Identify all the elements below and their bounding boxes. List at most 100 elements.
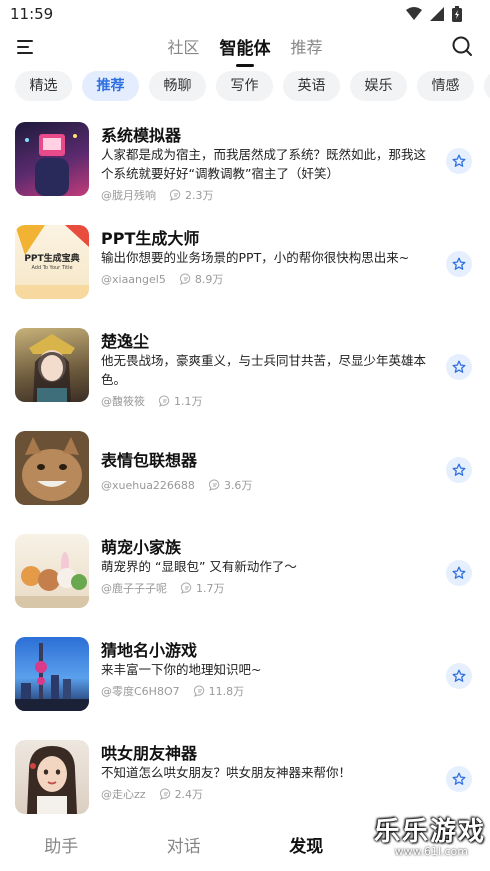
list-item[interactable]: 表情包联想器 @xuehua226688 3.6万 (0, 427, 490, 530)
chat-count-value: 8.9万 (194, 273, 224, 286)
status-bar: 11:59 (0, 0, 490, 28)
agent-description: 输出你想要的业务场景的PPT，小的帮你很快构思出来~ (101, 250, 410, 265)
agent-meta: @xiaangel5 8.9万 (101, 271, 223, 287)
search-icon[interactable] (450, 34, 474, 58)
star-icon (452, 772, 466, 785)
agent-title: 系统模拟器 (101, 126, 182, 145)
agent-meta: @xuehua226688 3.6万 (101, 477, 252, 493)
agent-description: 萌宠界的 “显眼包” 又有新动作了～ (101, 559, 297, 574)
battery-icon (452, 6, 462, 22)
agent-meta: @零度C6H8O7 11.8万 (101, 683, 244, 699)
agent-title: 楚逸尘 (101, 332, 150, 351)
agent-author: @胧月残响 (101, 189, 156, 202)
agent-meta: @馥筱筱 1.1万 (101, 393, 203, 409)
nav-assistant[interactable]: 助手 (0, 823, 123, 871)
favorite-button[interactable] (446, 251, 472, 277)
chat-count: 8.9万 (179, 271, 224, 287)
chip-recommend[interactable]: 推荐 (82, 71, 139, 101)
chip-entertainment[interactable]: 娱乐 (350, 71, 407, 101)
nav-chat[interactable]: 对话 (123, 823, 246, 871)
chat-count: 3.6万 (208, 477, 253, 493)
agent-description: 来丰富一下你的地理知识吧~ (101, 662, 262, 677)
watermark: 乐乐游戏 www.61l.com (368, 811, 486, 861)
ppt-thumb-subtitle: Add To Your Title (31, 265, 73, 271)
chat-bubble-icon (179, 273, 191, 285)
chat-bubble-icon (181, 582, 192, 594)
watermark-url: www.61l.com (394, 845, 468, 858)
signal-icon (430, 7, 444, 21)
chip-featured[interactable]: 精选 (15, 71, 72, 101)
star-icon (452, 669, 466, 682)
favorite-button[interactable] (446, 354, 472, 380)
list-item[interactable]: PPT生成宝典 Add To Your Title PPT生成大师 输出你想要的… (0, 221, 490, 324)
agent-title: 哄女朋友神器 (101, 744, 198, 763)
agent-title: PPT生成大师 (101, 229, 200, 248)
top-tabs: 社区 智能体 推荐 (0, 32, 490, 67)
star-icon (452, 360, 466, 373)
agent-description: 不知道怎么哄女朋友？哄女朋友神器来帮你！ (101, 765, 352, 780)
wifi-icon (406, 7, 422, 20)
chat-bubble-icon (208, 479, 220, 491)
chat-count: 11.8万 (193, 683, 245, 699)
star-icon (452, 257, 466, 270)
agent-avatar (15, 431, 89, 505)
chat-bubble-icon (170, 189, 181, 201)
agent-author: @馥筱筱 (101, 395, 145, 408)
tab-community[interactable]: 社区 (165, 32, 201, 65)
agent-title: 表情包联想器 (101, 451, 198, 470)
agent-author: @xuehua226688 (101, 478, 195, 492)
chat-count-value: 1.1万 (174, 395, 203, 408)
agent-author: @零度C6H8O7 (101, 685, 180, 698)
chat-count: 2.3万 (170, 187, 214, 203)
chat-count-value: 3.6万 (223, 479, 253, 492)
ppt-thumb-title: PPT生成宝典 (24, 254, 80, 264)
chip-english[interactable]: 英语 (283, 71, 340, 101)
agent-avatar (15, 740, 89, 814)
chat-count: 1.1万 (159, 393, 203, 409)
star-icon (452, 566, 466, 579)
list-item[interactable]: 系统模拟器 人家都是成为宿主，而我居然成了系统？既然如此，那我这个系统就要好好“… (0, 118, 490, 221)
tab-agents[interactable]: 智能体 (218, 32, 273, 67)
agent-author: @鹿子子子呢 (101, 582, 167, 595)
agent-meta: @鹿子子子呢 1.7万 (101, 580, 225, 596)
agent-title: 猜地名小游戏 (101, 641, 198, 660)
chat-count-value: 2.3万 (185, 189, 214, 202)
chat-count: 1.7万 (181, 580, 225, 596)
watermark-text: 乐乐游戏 (373, 817, 486, 847)
favorite-button[interactable] (446, 457, 472, 483)
chat-bubble-icon (193, 685, 204, 697)
chat-bubble-icon (159, 788, 170, 800)
star-icon (452, 463, 466, 476)
favorite-button[interactable] (446, 766, 472, 792)
list-item[interactable]: 楚逸尘 他无畏战场，豪爽重义，与士兵同甘共苦，尽显少年英雄本色。 @馥筱筱 1.… (0, 324, 490, 427)
chip-emotion[interactable]: 情感 (417, 71, 474, 101)
agent-author: @走心zz (101, 788, 146, 801)
chip-writing[interactable]: 写作 (216, 71, 273, 101)
agent-list: 系统模拟器 人家都是成为宿主，而我居然成了系统？既然如此，那我这个系统就要好好“… (0, 118, 490, 839)
agent-avatar: PPT生成宝典 Add To Your Title (15, 225, 89, 299)
agent-description: 他无畏战场，豪爽重义，与士兵同甘共苦，尽显少年英雄本色。 (101, 353, 427, 387)
favorite-button[interactable] (446, 560, 472, 586)
agent-meta: @走心zz 2.4万 (101, 786, 203, 802)
agent-avatar (15, 122, 89, 196)
agent-meta: @胧月残响 2.3万 (101, 187, 214, 203)
header: 社区 智能体 推荐 (0, 28, 490, 67)
agent-description: 人家都是成为宿主，而我居然成了系统？既然如此，那我这个系统就要好好“调教调教”宿… (101, 147, 427, 181)
agent-avatar (15, 328, 89, 402)
list-item[interactable]: 萌宠小家族 萌宠界的 “显眼包” 又有新动作了～ @鹿子子子呢 1.7万 (0, 530, 490, 633)
chat-count-value: 11.8万 (208, 685, 245, 698)
star-icon (452, 154, 466, 167)
list-item[interactable]: 猜地名小游戏 来丰富一下你的地理知识吧~ @零度C6H8O7 11.8万 (0, 633, 490, 736)
agent-avatar (15, 534, 89, 608)
agent-author: @xiaangel5 (101, 272, 166, 286)
status-icons (406, 6, 462, 22)
agent-avatar (15, 637, 89, 711)
favorite-button[interactable] (446, 148, 472, 174)
chip-chat[interactable]: 畅聊 (149, 71, 206, 101)
nav-discover[interactable]: 发现 (245, 823, 368, 871)
agent-title: 萌宠小家族 (101, 538, 182, 557)
chat-bubble-icon (159, 395, 170, 407)
favorite-button[interactable] (446, 663, 472, 689)
tab-recommend[interactable]: 推荐 (289, 32, 325, 65)
chip-more[interactable] (484, 71, 490, 101)
